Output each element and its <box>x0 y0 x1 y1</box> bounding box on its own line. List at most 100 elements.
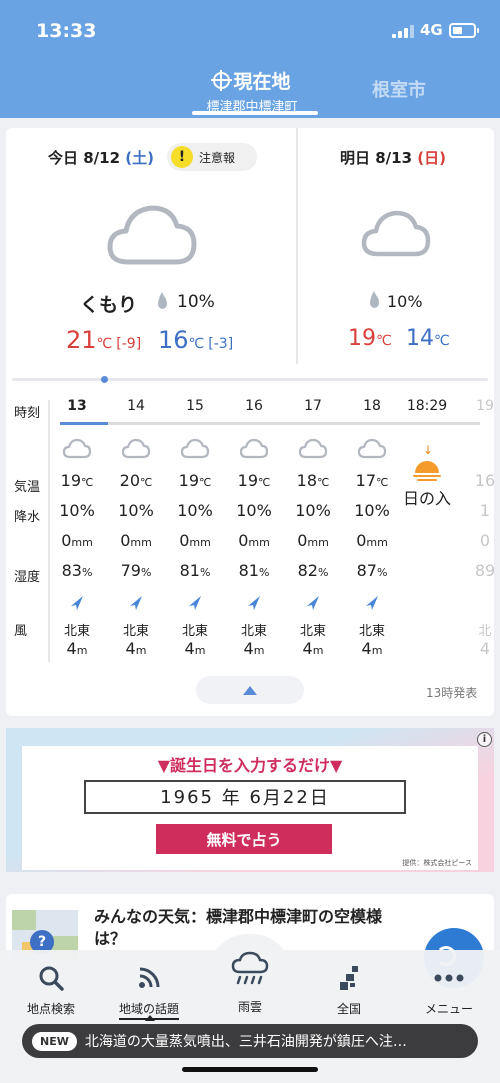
ad-info-icon[interactable]: i <box>477 732 492 747</box>
hour-label: 16 <box>245 398 263 414</box>
cloud-icon <box>48 430 106 466</box>
home-indicator[interactable] <box>182 1067 318 1072</box>
hour-wind-speed: 4m <box>361 639 383 658</box>
day-scroll-indicator[interactable] <box>101 376 108 383</box>
ad-year-unit: 年 <box>221 788 242 809</box>
tab-current-location[interactable]: 現在地 標津郡中標津町 <box>186 67 318 115</box>
cloud-icon <box>361 210 431 257</box>
ad-credit: 提供：株式会社ピース <box>402 859 472 867</box>
tab-nemuro[interactable]: 根室市 <box>372 76 426 102</box>
hour-temp: 19℃ <box>178 471 212 490</box>
issued-time: 13時発表 <box>426 686 478 700</box>
nav-active-pointer <box>145 1015 155 1021</box>
row-label-humidity: 湿度 <box>14 570 41 585</box>
hour-amount: 0mm <box>238 531 270 550</box>
hour-humidity: 89 <box>474 561 494 580</box>
hour-column: 15 19℃ 10% 0mm 81% 北東 4m <box>166 398 224 658</box>
hour-column: 17 18℃ 10% 0mm 82% 北東 4m <box>284 398 342 658</box>
hour-humidity: 79% <box>120 561 152 580</box>
sunset-icon: ↓ <box>413 443 441 481</box>
today-pop: 10% <box>177 292 215 312</box>
hour-wind-dir: 北東 <box>299 624 326 639</box>
hour-humidity: 81% <box>238 561 270 580</box>
sunset-label: 日の入 <box>402 489 451 508</box>
hour-temp: 17℃ <box>355 471 389 490</box>
wind-arrow-icon <box>343 586 401 620</box>
today-high-value: 21 <box>66 326 97 354</box>
alert-chip[interactable]: ! 注意報 <box>167 143 257 171</box>
hour-wind-speed: 4m <box>184 639 206 658</box>
hour-amount: 0 <box>479 531 491 550</box>
hour-wind-dir: 北東 <box>122 624 149 639</box>
hour-pop: 10% <box>295 501 331 520</box>
down-arrow-icon: ↓ <box>423 443 434 457</box>
hour-label: 19 <box>476 398 494 414</box>
ad-birthday-input[interactable]: 1965 年 6 月 22 日 <box>84 780 406 814</box>
day-scroll-track[interactable] <box>12 376 488 383</box>
wind-arrow-icon <box>225 586 283 620</box>
today-low-unit: ℃ <box>188 336 205 352</box>
hour-wind-speed: 4m <box>66 639 88 658</box>
location-tabs: 現在地 標津郡中標津町 根室市 <box>0 62 500 118</box>
nav-search-label: 地点検索 <box>26 1002 75 1016</box>
ad-day: 22 <box>282 786 310 808</box>
cloud-icon <box>166 430 224 466</box>
hour-temp: 19℃ <box>60 471 94 490</box>
hour-pop: 10% <box>354 501 390 520</box>
hour-humidity: 81% <box>179 561 211 580</box>
chevron-up-icon <box>243 685 257 695</box>
more-icon <box>404 960 494 996</box>
hour-column: 16 19℃ 10% 0mm 81% 北東 4m <box>225 398 283 658</box>
hour-humidity: 87% <box>356 561 388 580</box>
tomorrow-high-unit: ℃ <box>376 333 392 349</box>
ad-fortune-button[interactable]: 無料で占う <box>156 824 332 854</box>
nav-local-topics[interactable]: 地域の話題 <box>104 960 194 1020</box>
hour-pop: 10% <box>177 501 213 520</box>
active-tab-indicator <box>192 111 318 115</box>
hour-humidity: 83% <box>61 561 93 580</box>
rain-cloud-icon <box>205 946 295 994</box>
wind-arrow-icon <box>107 586 165 620</box>
hour-label: 14 <box>127 398 145 414</box>
nav-nationwide[interactable]: 全国 <box>304 960 394 1017</box>
tomorrow-low-value: 14 <box>406 326 434 351</box>
tomorrow-pop: 10% <box>387 292 423 311</box>
hour-amount: 0mm <box>61 531 93 550</box>
ad-month: 6 <box>249 786 263 808</box>
tomorrow-forecast[interactable]: 明日 8/13 (日) 10% 19 ℃ 14 ℃ <box>300 128 494 364</box>
sunset-time: 18:29 <box>406 398 448 414</box>
hour-wind-speed: 4 <box>479 639 491 658</box>
ad-content: ▼誕生日を入力するだけ▼ 1965 年 6 月 22 日 無料で占う 提供：株式… <box>22 746 478 870</box>
news-ticker[interactable]: NEW 北海道の大量蒸気噴出、三井石油開発が鎮圧へ注… <box>22 1024 478 1058</box>
hourly-forecast[interactable]: 13 19℃ 10% 0mm 83% 北東 4m 14 20℃ 10% 0mm 79% 北東 4m 15 19… <box>48 398 494 668</box>
nav-menu[interactable]: メニュー <box>404 960 494 1017</box>
ad-banner[interactable]: ▼誕生日を入力するだけ▼ 1965 年 6 月 22 日 無料で占う 提供：株式… <box>6 728 494 872</box>
ad-day-unit: 日 <box>309 788 330 809</box>
ad-title: ▼誕生日を入力するだけ▼ <box>157 756 343 775</box>
cloud-icon <box>343 430 401 466</box>
nav-search[interactable]: 地点検索 <box>6 960 96 1017</box>
news-new-badge: NEW <box>32 1031 77 1051</box>
hour-pop: 10% <box>118 501 154 520</box>
today-forecast[interactable]: 今日 8/12 (土) ! 注意報 くもり 10% 21 ℃ [-9] 16 ℃… <box>6 128 298 364</box>
sunset-column: 18:29 ↓ 日の入 <box>398 398 456 514</box>
collapse-button[interactable] <box>196 676 304 704</box>
raindrop-icon <box>158 291 167 309</box>
hour-temp: 18℃ <box>296 471 330 490</box>
today-heading: 今日 8/12 (土) <box>48 147 154 168</box>
hour-humidity: 82% <box>297 561 329 580</box>
status-bar: 13:33 4G <box>0 0 500 62</box>
hour-temp: 20℃ <box>119 471 153 490</box>
hour-wind-dir: 北東 <box>63 624 90 639</box>
today-low-diff: [-3] <box>208 336 234 352</box>
nav-rain-cloud[interactable]: 雨雲 <box>205 946 295 1015</box>
news-headline: 北海道の大量蒸気噴出、三井石油開発が鎮圧へ注… <box>84 1034 407 1050</box>
tomorrow-low-unit: ℃ <box>434 333 450 349</box>
hour-column: 14 20℃ 10% 0mm 79% 北東 4m <box>107 398 165 658</box>
today-condition: くもり <box>80 294 138 316</box>
tomorrow-date: 8/13 <box>375 149 413 167</box>
battery-icon <box>449 23 479 38</box>
wind-arrow-icon <box>48 586 106 620</box>
wind-arrow-icon <box>166 586 224 620</box>
cloud-icon <box>225 430 283 466</box>
